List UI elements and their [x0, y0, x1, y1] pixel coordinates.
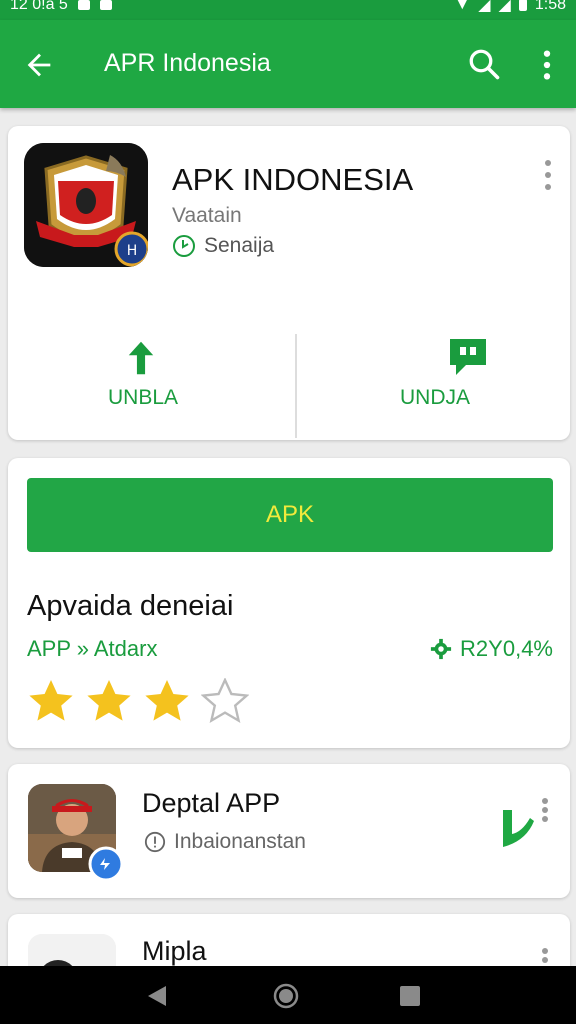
- app-logo[interactable]: H: [24, 143, 148, 267]
- status-time-right: 1:58: [534, 0, 566, 13]
- list-item-subtitle-text: Inbaionanstan: [174, 830, 306, 853]
- action-chat-label: UNDJA: [399, 386, 470, 409]
- list-item-title: Deptal APP: [142, 788, 281, 818]
- star-filled-icon: [29, 680, 73, 721]
- list-item-title: Mipla: [142, 936, 207, 966]
- wifi-icon: ▼: [454, 0, 471, 13]
- signal-icon: ◢: [498, 0, 511, 14]
- app-bar: APR Indonesia: [0, 20, 576, 108]
- apk-stat-value: R2Y0,4%: [460, 636, 553, 661]
- list-item[interactable]: Deptal APP Inbaionanstan: [8, 764, 570, 898]
- apk-stat: R2Y0,4%: [430, 636, 553, 662]
- action-upload-button[interactable]: UNBLA: [8, 331, 278, 437]
- action-upload-label: UNBLA: [107, 386, 179, 409]
- clock-icon: [173, 235, 195, 257]
- apk-subtitle[interactable]: APP » Atdarx: [27, 636, 157, 662]
- star-empty-icon: [201, 678, 249, 724]
- more-options-icon[interactable]: [534, 48, 560, 82]
- notification-icon: [99, 0, 112, 10]
- star-filled-icon: [145, 680, 189, 721]
- star-rating[interactable]: [27, 678, 249, 724]
- gear-icon: [430, 638, 452, 660]
- status-time-left: 12 0!a 5: [10, 0, 68, 13]
- app-header-card: H APK INDONESIA Vaatain Senaija UNBLA UN…: [8, 126, 570, 440]
- app-meta-text: Senaija: [204, 234, 275, 257]
- list-item-subtitle: Inbaionanstan: [144, 830, 306, 854]
- install-mark-icon[interactable]: [500, 806, 536, 850]
- upload-arrow-icon: [128, 341, 154, 375]
- recents-nav-icon[interactable]: [398, 984, 422, 1008]
- apk-heading: Apvaida deneiai: [27, 590, 234, 622]
- developer-name[interactable]: Vaatain: [172, 204, 242, 228]
- navigation-bar: [0, 966, 576, 1024]
- apk-button[interactable]: APK: [27, 478, 553, 552]
- back-arrow-icon[interactable]: [22, 48, 56, 82]
- emblem-icon: H: [24, 143, 148, 267]
- battery-icon: [518, 0, 527, 11]
- apk-card: APK Apvaida deneiai APP » Atdarx R2Y0,4%: [8, 458, 570, 748]
- app-bar-title: APR Indonesia: [104, 49, 271, 77]
- app-title: APK INDONESIA: [172, 162, 414, 197]
- verified-badge-icon: [88, 846, 124, 882]
- action-chat-button[interactable]: UNDJA: [300, 331, 570, 437]
- signal-icon: ◢: [478, 0, 491, 14]
- action-divider: [295, 334, 297, 438]
- card-more-icon[interactable]: [543, 160, 553, 190]
- info-icon: [144, 831, 166, 853]
- notification-icon: [77, 0, 90, 10]
- app-meta: Senaija: [172, 234, 274, 258]
- chat-bubble-icon: [450, 339, 486, 375]
- home-nav-icon[interactable]: [272, 982, 300, 1010]
- svg-text:H: H: [127, 243, 138, 259]
- status-bar: 12 0!a 5 ▼ ◢ ◢ 1:58: [0, 0, 576, 20]
- search-icon[interactable]: [466, 46, 502, 82]
- list-more-icon[interactable]: [540, 798, 550, 822]
- star-filled-icon: [87, 680, 131, 721]
- back-nav-icon[interactable]: [146, 984, 168, 1008]
